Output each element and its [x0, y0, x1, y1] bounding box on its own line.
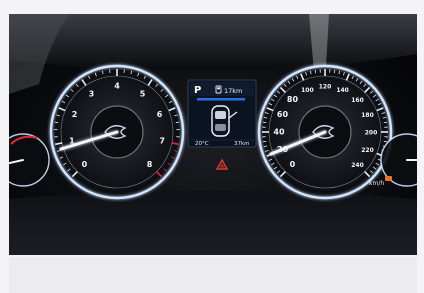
- trip-distance: 37km: [234, 141, 250, 147]
- tachometer-number: 2: [72, 110, 78, 119]
- speedometer-tick: [333, 69, 336, 74]
- dashboard-photo: 012345678 020406080100120140160180200220…: [9, 14, 417, 255]
- speedometer-number: 160: [351, 97, 364, 104]
- fuel-range: 17km: [224, 87, 242, 95]
- gear-indicator: P: [194, 85, 201, 96]
- speedometer-tick: [383, 140, 388, 143]
- speedometer-number: 60: [277, 110, 289, 119]
- speedometer-number: 0: [290, 160, 296, 169]
- tachometer-tick: [175, 121, 180, 124]
- tachometer-tick: [54, 121, 59, 124]
- speedometer-tick: [383, 121, 388, 124]
- image-frame: 012345678 020406080100120140160180200220…: [0, 0, 424, 293]
- tachometer-number: 5: [140, 89, 146, 98]
- speed-unit-label: km/h: [369, 180, 384, 187]
- speedometer-number: 140: [336, 87, 349, 94]
- speedometer-tick: [314, 69, 317, 74]
- outside-temperature: 20°C: [195, 141, 209, 147]
- display-blue-bar: [197, 98, 245, 101]
- tachometer-number: 4: [114, 82, 120, 91]
- center-display: P 17km 20°C 37km: [187, 79, 257, 148]
- tachometer-number: 0: [82, 160, 88, 169]
- speedometer-number: 40: [273, 128, 285, 137]
- speedometer-number: 240: [351, 162, 364, 169]
- caption-area: [9, 257, 417, 293]
- speedometer-number: 200: [365, 130, 378, 137]
- tachometer-number: 7: [159, 136, 165, 145]
- tachometer-number: 8: [147, 160, 153, 169]
- speedometer-number: 120: [319, 84, 332, 91]
- speedometer-number: 100: [301, 87, 314, 94]
- speedometer-number: 80: [287, 95, 299, 104]
- instrument-cluster: 012345678 020406080100120140160180200220…: [9, 14, 417, 255]
- speedometer: 020406080100120140160180200220240 km/h: [257, 64, 393, 200]
- engine-warning-icon: [385, 176, 392, 181]
- tachometer: 012345678: [49, 64, 185, 200]
- tachometer-number: 6: [157, 110, 163, 119]
- speedometer-tick: [262, 121, 267, 124]
- tachometer-number: 3: [89, 89, 95, 98]
- speedometer-number: 180: [361, 112, 374, 119]
- speedometer-tick: [262, 140, 267, 143]
- speedometer-number: 220: [361, 147, 374, 154]
